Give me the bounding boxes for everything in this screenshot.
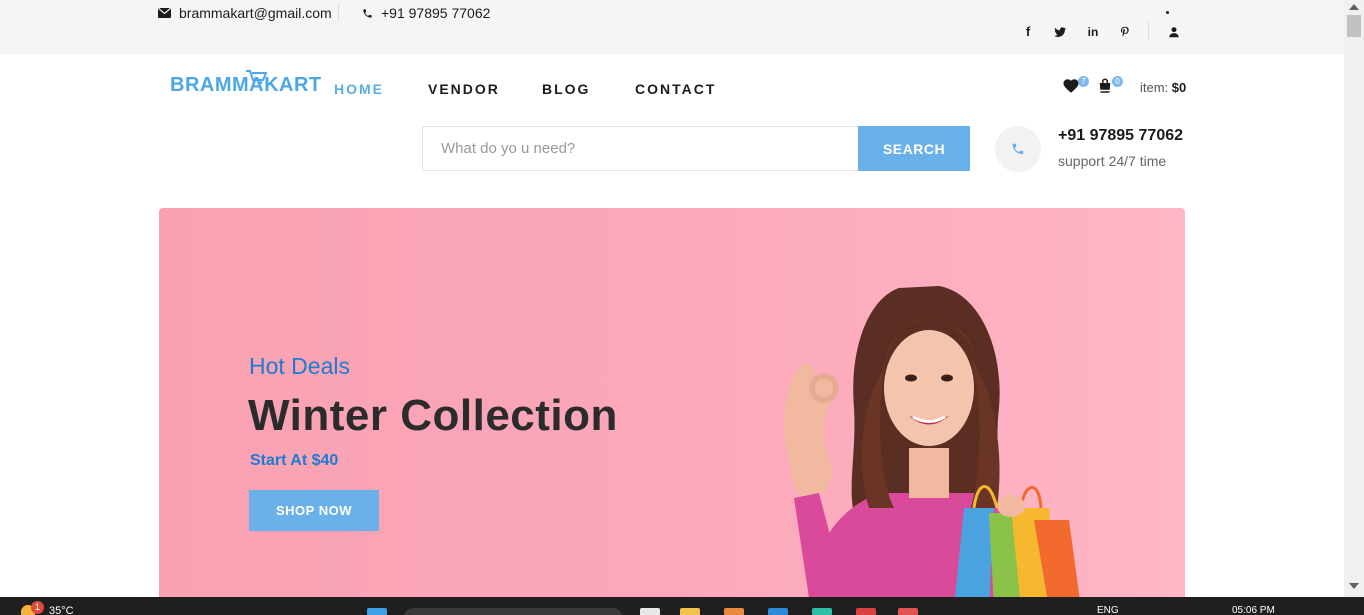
hero-title: Winter Collection [248, 391, 618, 440]
shop-now-button[interactable]: SHOP NOW [249, 490, 379, 531]
search-input[interactable] [423, 127, 858, 170]
cart-total[interactable]: item: $0 [1140, 80, 1186, 95]
search-button[interactable]: SEARCH [858, 126, 970, 171]
facebook-icon[interactable]: f [1021, 24, 1035, 40]
support-text: support 24/7 time [1058, 153, 1167, 169]
weather-temperature: 35°C [49, 605, 74, 615]
phone-icon [363, 8, 372, 18]
scrollbar-thumb[interactable] [1347, 15, 1361, 37]
hero-subtitle: Start At $40 [250, 452, 339, 469]
phone-icon [1012, 143, 1024, 155]
linkedin-icon[interactable]: in [1086, 24, 1100, 40]
cart-total-value: $0 [1171, 80, 1187, 95]
calendar-icon[interactable] [898, 608, 918, 615]
top-phone[interactable]: +91 97895 77062 [362, 5, 490, 21]
pinterest-icon[interactable] [1118, 24, 1132, 40]
file-icon[interactable] [640, 608, 660, 615]
app-icon[interactable] [724, 608, 744, 615]
envelope-icon [158, 8, 171, 18]
divider [338, 4, 339, 22]
scroll-down-icon[interactable] [1349, 583, 1359, 589]
wishlist-count-badge: 7 [1078, 76, 1089, 87]
twitter-icon[interactable] [1053, 24, 1067, 40]
user-icon[interactable] [1167, 24, 1181, 40]
search-box [422, 126, 859, 171]
clock-time[interactable]: 05:06 PM [1232, 605, 1275, 615]
top-bar: brammakart@gmail.com +91 97895 77062 f i… [0, 0, 1344, 54]
app-icon[interactable] [812, 608, 832, 615]
top-email-text: brammakart@gmail.com [179, 5, 332, 21]
vscode-icon[interactable] [768, 608, 788, 615]
windows-start-icon[interactable] [367, 608, 387, 615]
nav-home[interactable]: HOME [334, 81, 384, 97]
nav-blog[interactable]: BLOG [542, 81, 590, 97]
hero-kicker: Hot Deals [249, 353, 350, 379]
taskbar-search-box[interactable] [404, 608, 622, 615]
top-email[interactable]: brammakart@gmail.com [158, 5, 332, 21]
chrome-icon[interactable] [856, 608, 876, 615]
scroll-up-icon[interactable] [1349, 4, 1359, 10]
os-taskbar: 1 35°C ENG 05:06 PM [0, 597, 1364, 615]
folder-icon[interactable] [680, 608, 700, 615]
top-phone-text: +91 97895 77062 [381, 5, 491, 21]
support-phone-circle [995, 126, 1041, 172]
nav-vendor[interactable]: VENDOR [428, 81, 500, 97]
page-scrollbar[interactable] [1344, 0, 1364, 597]
page: brammakart@gmail.com +91 97895 77062 f i… [0, 0, 1364, 615]
support-phone[interactable]: +91 97895 77062 [1058, 127, 1183, 145]
nav-contact[interactable]: CONTACT [635, 81, 716, 97]
language-indicator[interactable]: ENG [1097, 605, 1119, 615]
hero-banner: Hot Deals Winter Collection Start At $40… [159, 208, 1185, 608]
cart-total-label: item: [1140, 80, 1169, 95]
hero-model-image [783, 286, 1081, 608]
dot-decoration [1166, 11, 1169, 14]
weather-alert-badge: 1 [31, 601, 44, 614]
cart-logo-icon [246, 70, 267, 84]
cart-count-badge: 0 [1112, 76, 1123, 87]
divider [1148, 22, 1149, 40]
